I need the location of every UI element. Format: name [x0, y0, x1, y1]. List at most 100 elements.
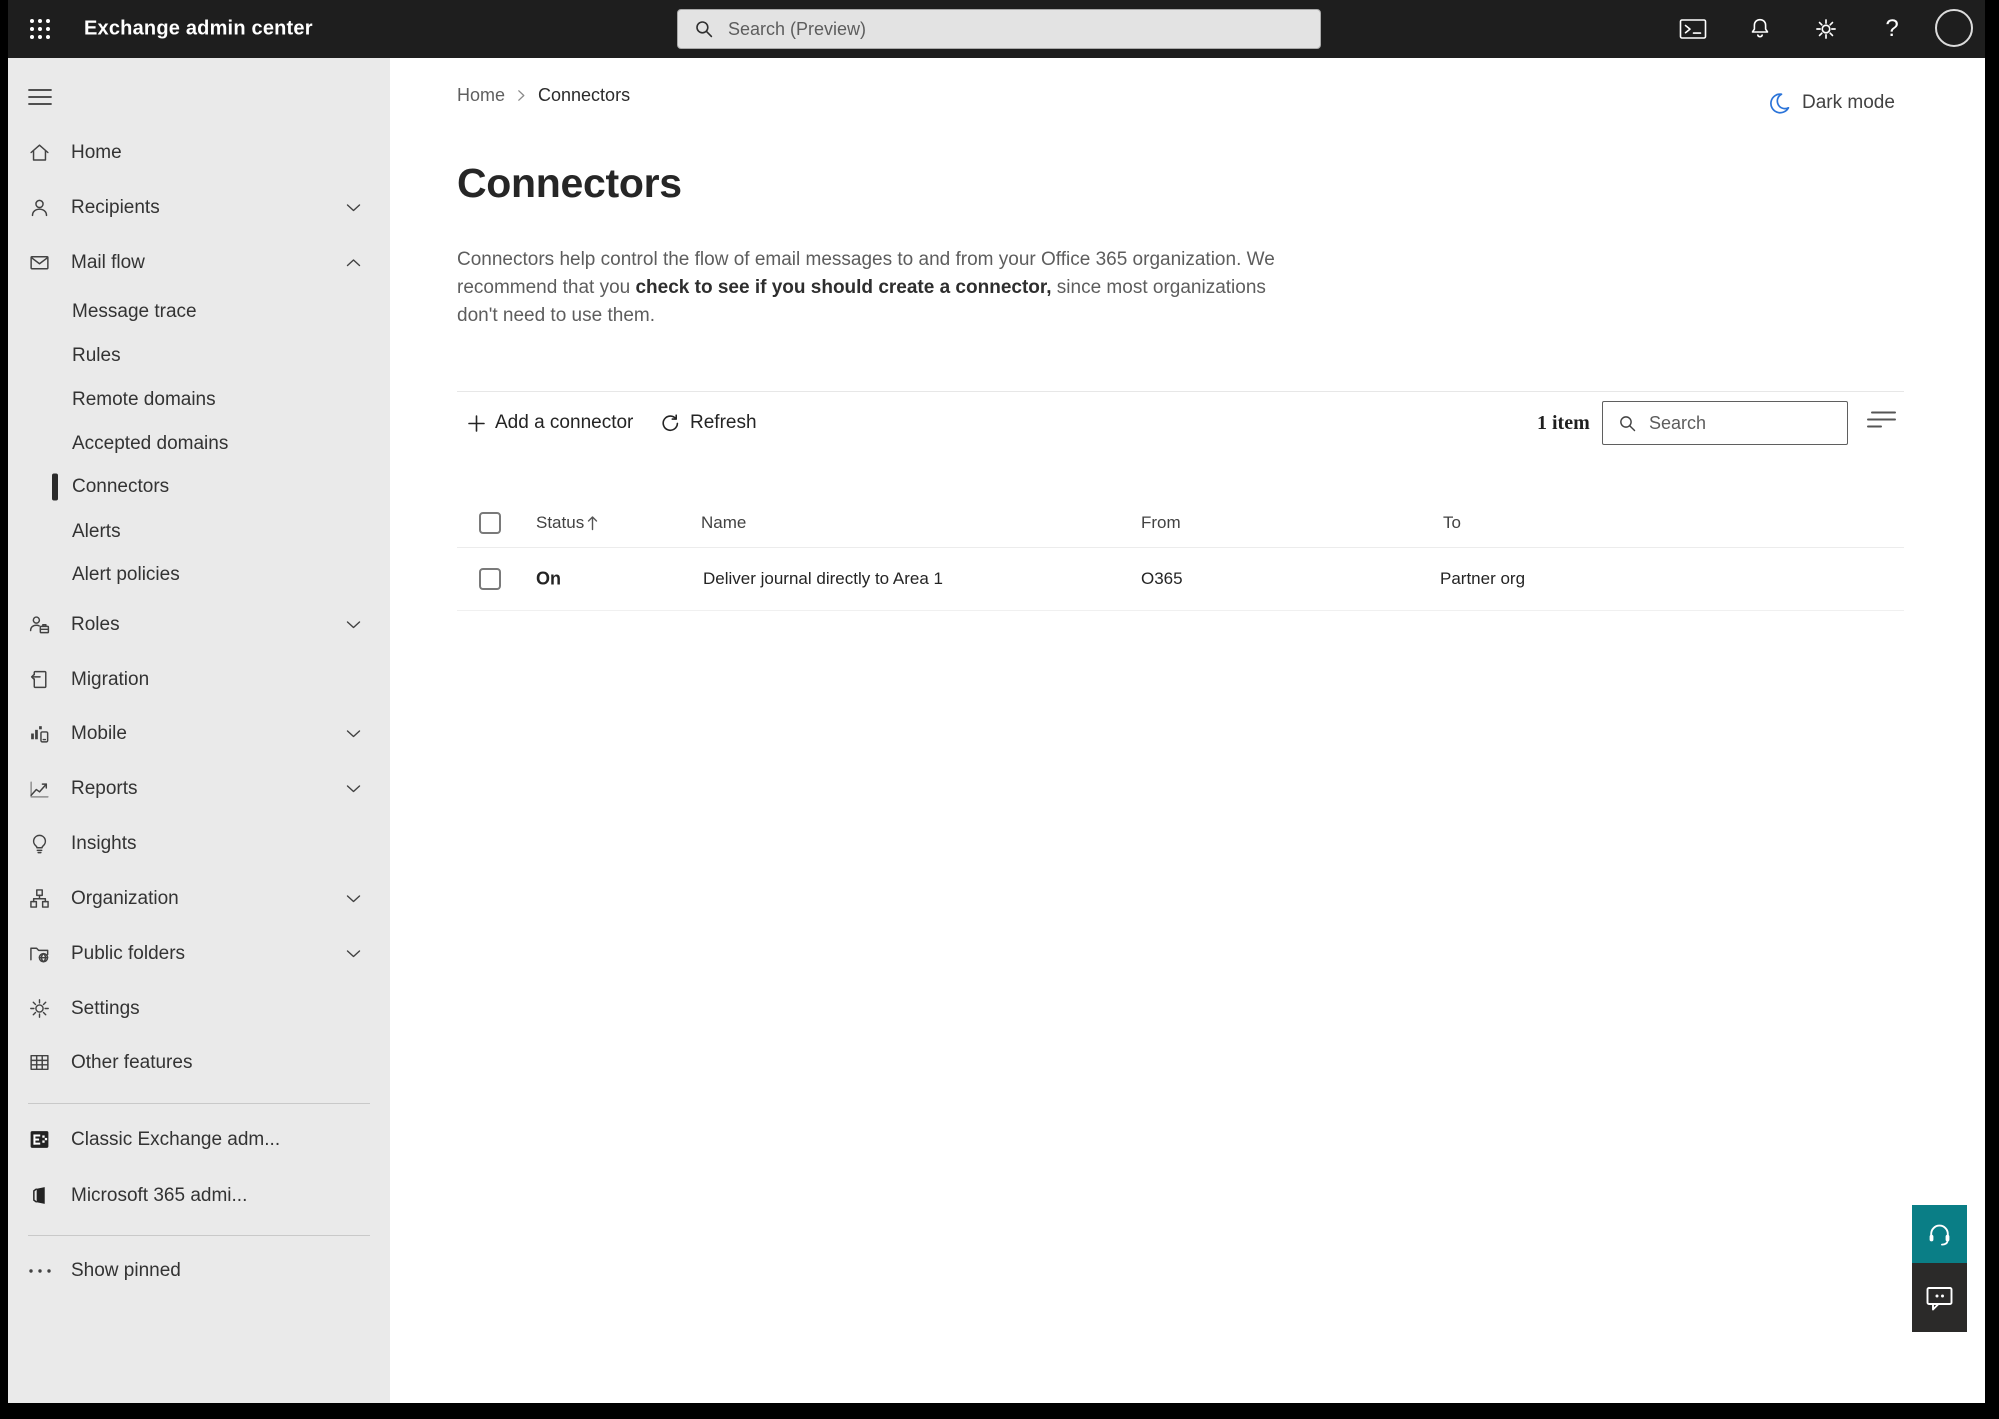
item-count: 1 item	[1537, 411, 1590, 434]
folder-globe-icon	[28, 942, 52, 966]
feedback-button[interactable]	[1912, 1263, 1967, 1332]
sidebar-item-accepted-domains[interactable]: Accepted domains	[8, 422, 390, 466]
column-header-name[interactable]: Name	[701, 513, 746, 533]
global-search-input[interactable]	[726, 17, 1250, 41]
sidebar-item-classic-exchange[interactable]: Classic Exchange adm...	[8, 1118, 390, 1162]
column-header-from[interactable]: From	[1141, 513, 1181, 533]
sidebar-item-other-features[interactable]: Other features	[8, 1041, 390, 1085]
sidebar-item-reports[interactable]: Reports	[8, 767, 390, 811]
table-header-row: Status Name From To	[457, 499, 1904, 548]
sidebar-item-insights[interactable]: Insights	[8, 822, 390, 866]
chevron-down-icon	[346, 204, 361, 213]
help-icon[interactable]: ?	[1885, 15, 1898, 43]
sidebar-item-label: Insights	[71, 833, 137, 854]
row-checkbox[interactable]	[479, 567, 501, 590]
sidebar-divider	[28, 1235, 370, 1236]
chevron-down-icon	[346, 621, 361, 630]
dark-mode-toggle[interactable]: Dark mode	[1766, 90, 1895, 116]
add-connector-label: Add a connector	[495, 412, 634, 433]
sidebar-item-public-folders[interactable]: Public folders	[8, 932, 390, 976]
speech-bubble-icon	[1926, 1286, 1953, 1310]
breadcrumb: Home Connectors	[457, 85, 630, 106]
chevron-down-icon	[346, 950, 361, 959]
sidebar-item-label: Organization	[71, 888, 179, 909]
add-connector-button[interactable]: Add a connector	[468, 401, 633, 445]
avatar[interactable]	[1935, 9, 1973, 47]
sidebar-item-label: Connectors	[72, 476, 170, 497]
app-launcher-icon[interactable]	[22, 11, 58, 47]
sidebar-item-roles[interactable]: Roles	[8, 603, 390, 647]
sidebar-item-label: Recipients	[71, 197, 160, 218]
sidebar-item-label: Message trace	[72, 301, 197, 322]
filter-icon[interactable]	[1866, 410, 1897, 429]
sidebar-item-recipients[interactable]: Recipients	[8, 186, 390, 230]
sidebar-item-alerts[interactable]: Alerts	[8, 510, 390, 554]
office-logo-icon	[28, 1184, 52, 1208]
sidebar-item-label: Migration	[71, 669, 150, 690]
document-arrow-icon	[28, 668, 52, 692]
global-search-box[interactable]	[677, 9, 1321, 49]
org-tree-icon	[28, 887, 52, 911]
support-button[interactable]	[1912, 1205, 1967, 1263]
bell-icon[interactable]	[1749, 17, 1772, 42]
envelope-icon	[28, 251, 52, 275]
terminal-icon[interactable]	[1679, 18, 1707, 41]
line-chart-icon	[28, 777, 52, 801]
hamburger-menu-icon[interactable]	[28, 88, 52, 106]
row-from: O365	[1141, 568, 1183, 588]
sidebar-item-show-pinned[interactable]: Show pinned	[8, 1249, 390, 1293]
refresh-button[interactable]: Refresh	[659, 401, 757, 445]
sidebar-item-settings[interactable]: Settings	[8, 987, 390, 1031]
column-header-status[interactable]: Status	[536, 513, 584, 533]
ellipsis-icon	[28, 1268, 52, 1274]
sidebar-item-label: Rules	[72, 345, 121, 366]
sidebar-item-label: Alert policies	[72, 564, 180, 585]
app-title: Exchange admin center	[84, 17, 313, 40]
sidebar-item-label: Other features	[71, 1052, 193, 1073]
sidebar-item-alert-policies[interactable]: Alert policies	[8, 553, 390, 597]
refresh-label: Refresh	[690, 412, 757, 433]
sidebar-item-label: Roles	[71, 614, 120, 635]
sidebar-item-label: Mobile	[71, 723, 127, 744]
sidebar-divider	[28, 1103, 370, 1104]
search-icon	[694, 19, 714, 39]
home-icon	[28, 141, 52, 165]
sidebar-item-connectors[interactable]: Connectors	[8, 465, 390, 509]
list-search-input[interactable]	[1647, 411, 1831, 435]
sidebar-item-label: Accepted domains	[72, 433, 229, 454]
chevron-down-icon	[346, 895, 361, 904]
mobile-stats-icon	[28, 722, 52, 746]
exchange-logo-icon	[28, 1128, 52, 1152]
sidebar-item-mobile[interactable]: Mobile	[8, 712, 390, 756]
sidebar-item-label: Home	[71, 142, 122, 163]
sidebar-item-mail-flow[interactable]: Mail flow	[8, 241, 390, 285]
list-search-box[interactable]	[1602, 401, 1848, 445]
sidebar-item-label: Remote domains	[72, 389, 216, 410]
search-icon	[1618, 414, 1637, 433]
sidebar-item-label: Classic Exchange adm...	[71, 1129, 281, 1150]
sidebar-item-m365-admin[interactable]: Microsoft 365 admi...	[8, 1174, 390, 1218]
sidebar-item-remote-domains[interactable]: Remote domains	[8, 378, 390, 422]
row-name: Deliver journal directly to Area 1	[703, 568, 944, 588]
sidebar-item-organization[interactable]: Organization	[8, 877, 390, 921]
breadcrumb-chevron-icon	[517, 89, 526, 102]
chevron-down-icon	[346, 785, 361, 794]
column-header-to[interactable]: To	[1443, 513, 1461, 533]
sidebar-item-migration[interactable]: Migration	[8, 658, 390, 702]
create-connector-link[interactable]: check to see if you should create a conn…	[635, 277, 1051, 298]
select-all-checkbox[interactable]	[479, 512, 501, 534]
grid-dots-icon	[30, 19, 50, 39]
gear-icon[interactable]	[1814, 17, 1838, 41]
sidebar-item-label: Alerts	[72, 521, 121, 542]
sort-ascending-icon	[586, 515, 599, 532]
sidebar-item-home[interactable]: Home	[8, 131, 390, 175]
breadcrumb-home[interactable]: Home	[457, 85, 505, 106]
sidebar-item-rules[interactable]: Rules	[8, 334, 390, 378]
toolbar-divider	[457, 391, 1904, 392]
page-description: Connectors help control the flow of emai…	[457, 246, 1299, 330]
sidebar-item-message-trace[interactable]: Message trace	[8, 290, 390, 334]
moon-icon	[1770, 93, 1790, 114]
table-row[interactable]: On Deliver journal directly to Area 1 O3…	[457, 547, 1904, 611]
selected-indicator	[52, 473, 58, 501]
sidebar: Home Recipients Mail flow Message trace …	[8, 58, 390, 1403]
